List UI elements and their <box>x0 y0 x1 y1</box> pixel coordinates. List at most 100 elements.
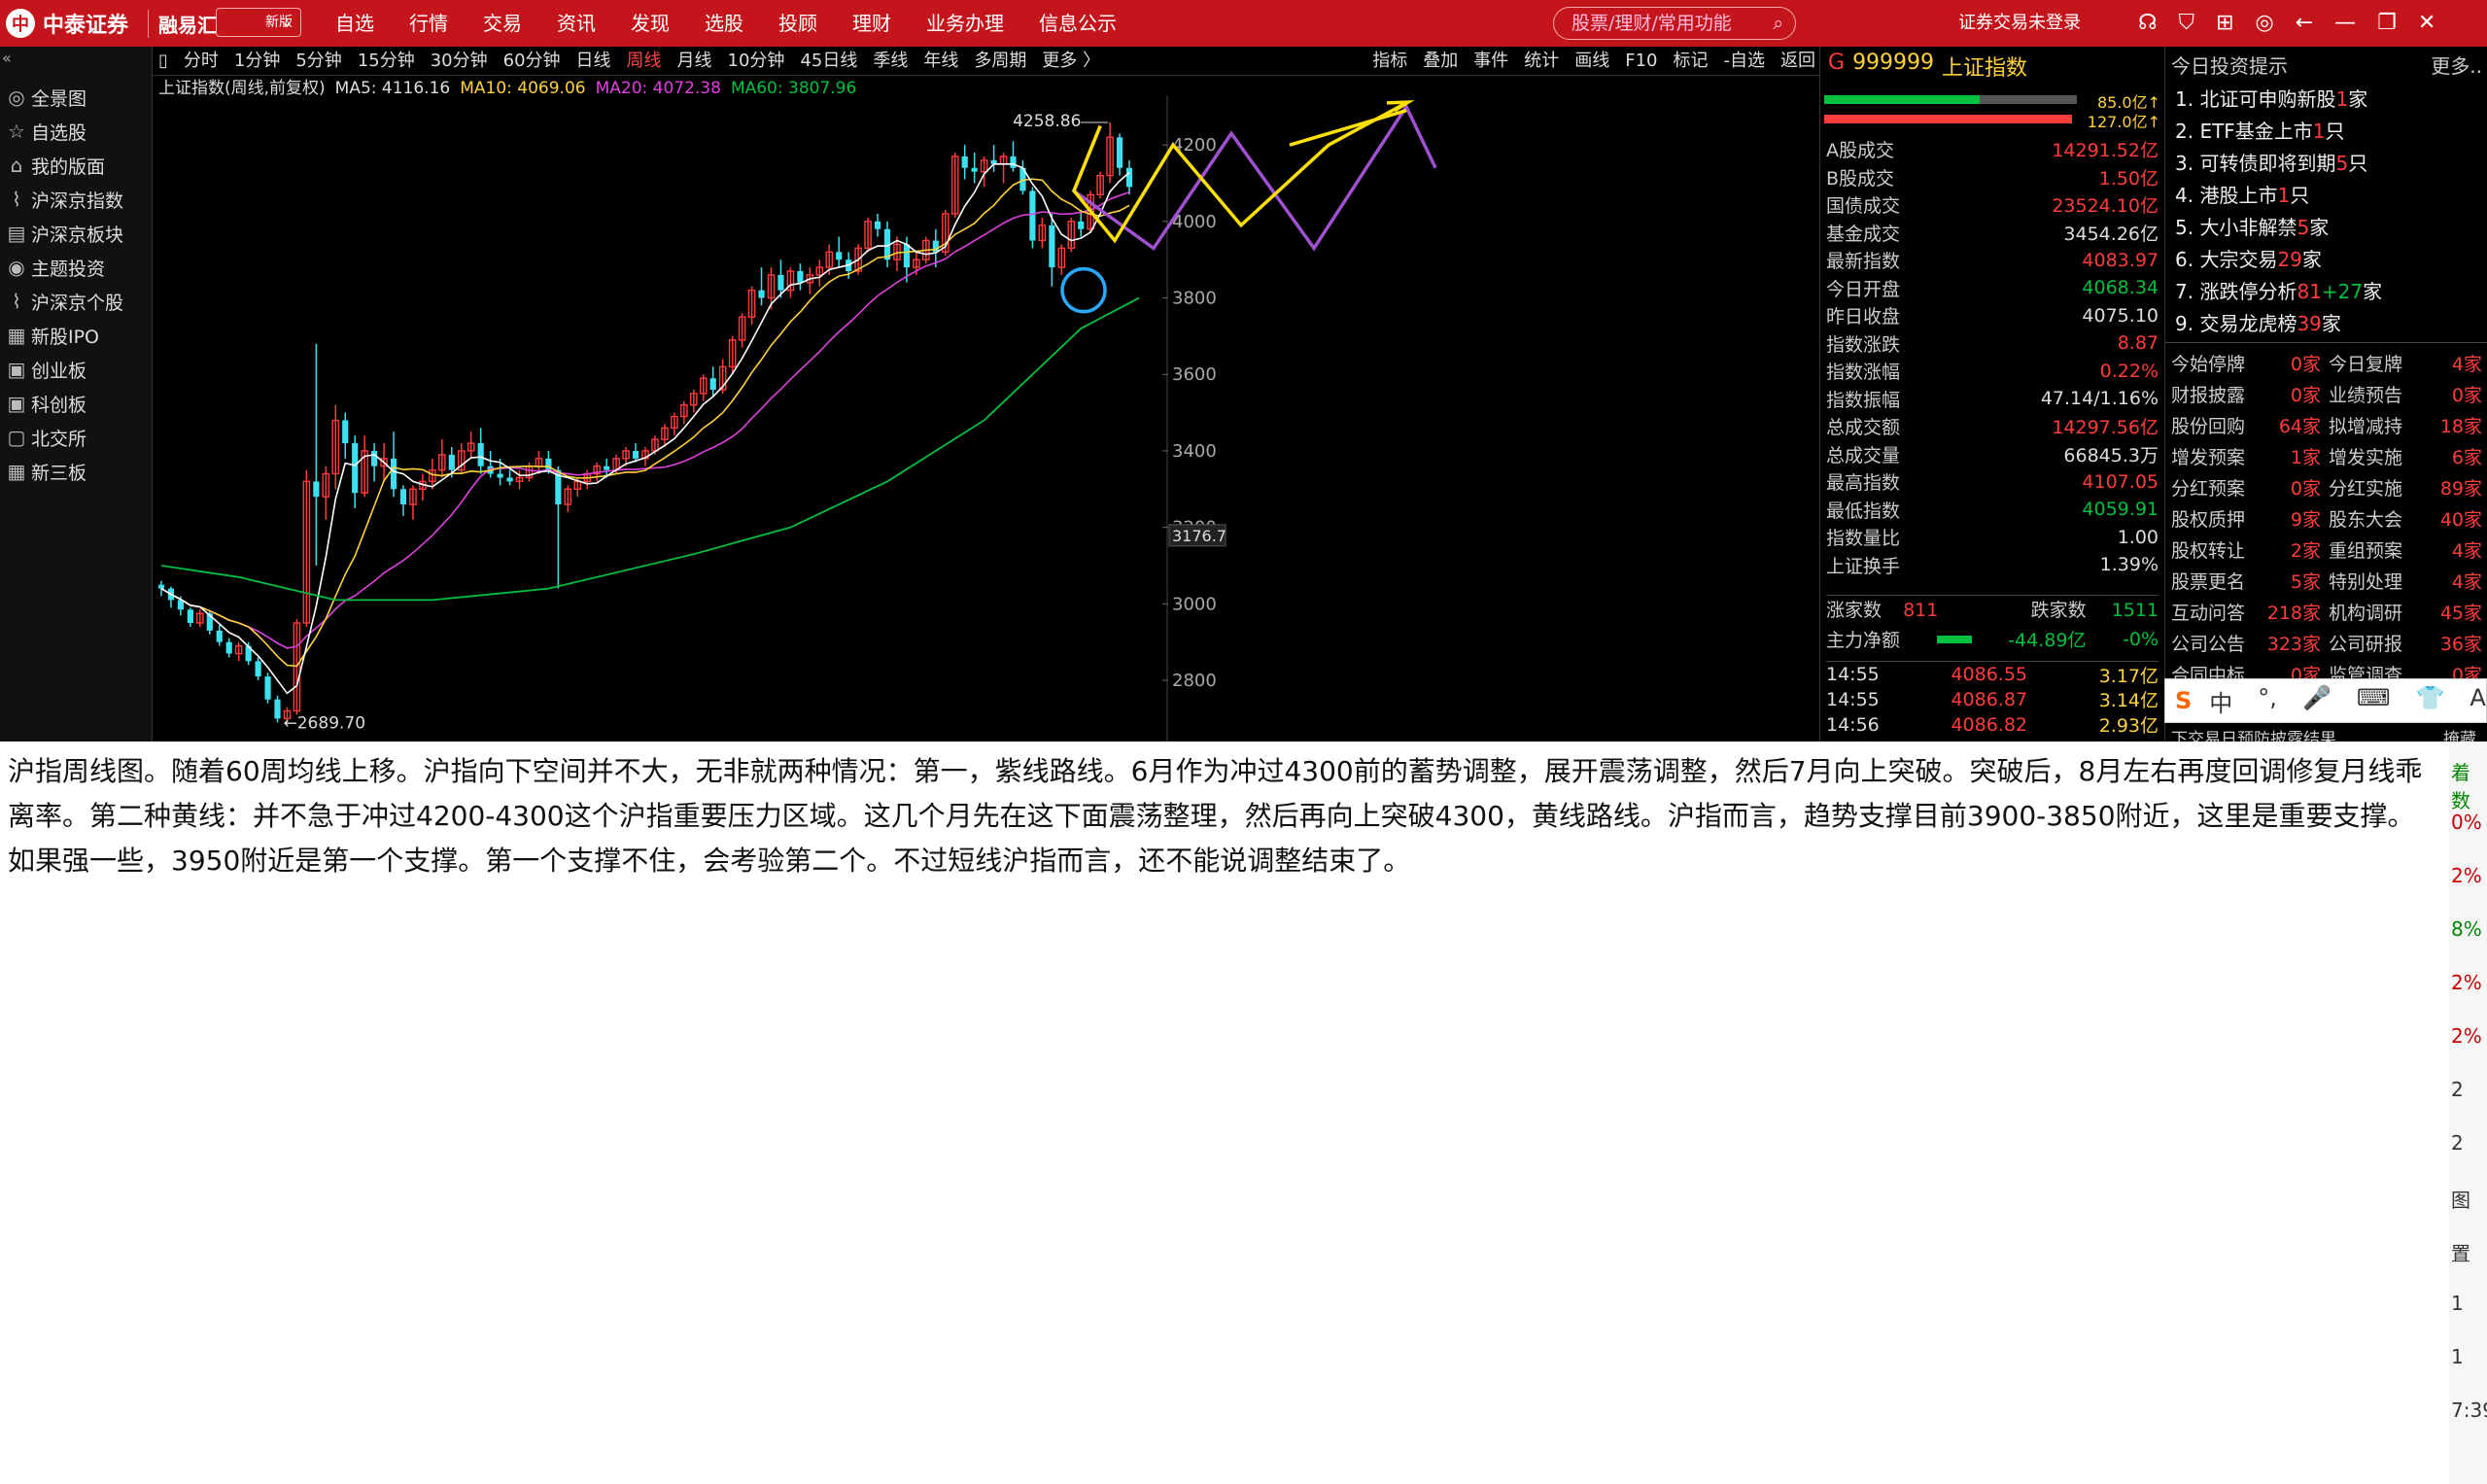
tip-item[interactable]: 9. 交易龙虎榜39家 <box>2175 308 2341 336</box>
period-tab[interactable]: 更多 〉 <box>1042 49 1100 74</box>
period-tab[interactable]: 30分钟 <box>431 49 488 74</box>
ime-item[interactable]: 🎤 <box>2302 684 2332 718</box>
down-value: 1511 <box>2111 599 2159 621</box>
period-tab[interactable]: 60分钟 <box>503 49 561 74</box>
period-tab[interactable]: 15分钟 <box>358 49 415 74</box>
stat-label[interactable]: 增发预案 <box>2171 443 2245 469</box>
chart-tool[interactable]: 事件 <box>1473 49 1508 74</box>
tip-item[interactable]: 5. 大小非解禁5家 <box>2175 212 2329 240</box>
quote-value: 14297.56亿 <box>2052 417 2159 438</box>
tip-item[interactable]: 2. ETF基金上市1只 <box>2175 116 2345 144</box>
sogou-icon[interactable]: S <box>2175 687 2192 714</box>
chart-tool[interactable]: F10 <box>1625 49 1657 74</box>
period-tab[interactable]: 月线 <box>677 49 712 74</box>
collapse-icon[interactable]: « <box>2 49 12 67</box>
ime-item[interactable]: 👕 <box>2415 684 2444 718</box>
menu-item[interactable]: 自选 <box>335 0 374 47</box>
stat-label[interactable]: 股权质押 <box>2171 505 2245 532</box>
ime-item[interactable]: ⌨ <box>2357 684 2391 718</box>
stat-label[interactable]: 业绩预告 <box>2329 381 2402 407</box>
version-select[interactable]: 新版 ⌄ <box>216 8 301 37</box>
search-icon[interactable]: ⌕ <box>1773 8 1783 39</box>
menu-item[interactable]: 理财 <box>852 0 891 47</box>
stat-label[interactable]: 分红预案 <box>2171 474 2245 500</box>
tip-item[interactable]: 6. 大宗交易29家 <box>2175 244 2322 272</box>
stat-label[interactable]: 公司公告 <box>2171 630 2245 656</box>
minimize-icon[interactable]: — <box>2334 0 2356 47</box>
stat-value: 0家 <box>2290 354 2321 375</box>
chart-tool[interactable]: 画线 <box>1574 49 1609 74</box>
quote-row: 基金成交 3454.26亿 <box>1826 220 2159 246</box>
candlestick-chart[interactable]: 420040003800360034003200300028004258.86←… <box>153 76 1819 742</box>
stat-label[interactable]: 股份回购 <box>2171 412 2245 438</box>
tips-panel: 今日投资提示 更多.. 1. 北证可申购新股1家 2. ETF基金上市1只 3. 可… <box>2164 47 2487 749</box>
sidebar-item[interactable]: ▦ 新三板 <box>0 444 153 499</box>
chart-tool[interactable]: 叠加 <box>1423 49 1458 74</box>
stat-label[interactable]: 特别处理 <box>2329 568 2402 594</box>
menu-item[interactable]: 资讯 <box>557 0 596 47</box>
stat-label[interactable]: 股权转让 <box>2171 536 2245 563</box>
tip-item[interactable]: 1. 北证可申购新股1家 <box>2175 84 2367 112</box>
ime-item[interactable]: 中 <box>2209 684 2232 718</box>
stat-label[interactable]: 财报披露 <box>2171 381 2245 407</box>
stat-label[interactable]: 机构调研 <box>2329 599 2402 625</box>
period-tab[interactable]: 日线 <box>576 49 611 74</box>
tip-item[interactable]: 3. 可转债即将到期5只 <box>2175 148 2367 176</box>
tips-more[interactable]: 更多.. <box>2431 51 2482 79</box>
candle-body-down <box>758 290 765 298</box>
chart-tool[interactable]: 统计 <box>1524 49 1559 74</box>
period-tab[interactable]: 季线 <box>873 49 908 74</box>
stat-label[interactable]: 分红实施 <box>2329 474 2402 500</box>
panel-toggle-icon[interactable]: ▯ <box>158 49 168 74</box>
stat-label[interactable]: 今始停牌 <box>2171 350 2245 376</box>
menu-item[interactable]: 发现 <box>631 0 670 47</box>
settings-icon[interactable]: ◎ <box>2256 0 2274 47</box>
shirt-icon[interactable]: ⛉ <box>2179 0 2195 47</box>
stat-value: 0家 <box>2451 385 2482 406</box>
stat-label[interactable]: 今日复牌 <box>2329 350 2402 376</box>
stat-label[interactable]: 股东大会 <box>2329 505 2402 532</box>
close-icon[interactable]: ✕ <box>2418 0 2435 47</box>
ime-item[interactable]: AI <box>2470 684 2487 718</box>
quote-label: 指数涨跌 <box>1826 333 1901 356</box>
stat-label[interactable]: 拟增减持 <box>2329 412 2402 438</box>
period-tab[interactable]: 10分钟 <box>728 49 785 74</box>
stat-label[interactable]: 公司研报 <box>2329 630 2402 656</box>
chart-tool[interactable]: 返回 <box>1780 49 1815 74</box>
search-input[interactable]: 股票/理财/常用功能 ⌕ <box>1553 7 1796 40</box>
menu-item[interactable]: 信息公示 <box>1039 0 1117 47</box>
restore-icon[interactable]: ❐ <box>2377 0 2397 47</box>
brand-logo[interactable]: 中 中泰证券 <box>6 6 128 41</box>
period-tab[interactable]: 5分钟 <box>295 49 341 74</box>
tip-item[interactable]: 7. 涨跌停分析81+27家 <box>2175 276 2382 304</box>
up-value: 811 <box>1903 599 1939 621</box>
tip-unit: 家 <box>2301 248 2322 271</box>
menu-item[interactable]: 交易 <box>483 0 522 47</box>
strip-text: 7:39 <box>2451 1398 2487 1422</box>
period-tab[interactable]: 1分钟 <box>234 49 280 74</box>
chart-tool[interactable]: 标记 <box>1674 49 1709 74</box>
headset-icon[interactable]: ☊ <box>2138 0 2158 47</box>
stat-label[interactable]: 股票更名 <box>2171 568 2245 594</box>
grid-icon[interactable]: ⊞ <box>2216 0 2233 47</box>
stat-label[interactable]: 重组预案 <box>2329 536 2402 563</box>
tip-unit: 家 <box>2363 280 2383 303</box>
stat-label[interactable]: 增发实施 <box>2329 443 2402 469</box>
period-tab[interactable]: 45日线 <box>800 49 857 74</box>
period-tab[interactable]: 分时 <box>184 49 219 74</box>
chart-tool[interactable]: -自选 <box>1724 49 1766 74</box>
back-arrow-icon[interactable]: ← <box>2296 0 2313 47</box>
period-tab[interactable]: 多周期 <box>974 49 1026 74</box>
chart-tools: 指标 叠加 事件 统计 画线 F10 标记 -自选 返回 <box>1372 49 1815 74</box>
ime-item[interactable]: °, <box>2258 684 2277 718</box>
period-tab[interactable]: 周线 <box>627 49 662 74</box>
menu-item[interactable]: 业务办理 <box>926 0 1004 47</box>
menu-item[interactable]: 投顾 <box>778 0 817 47</box>
menu-item[interactable]: 选股 <box>705 0 743 47</box>
chart-tool[interactable]: 指标 <box>1372 49 1407 74</box>
menu-item[interactable]: 行情 <box>409 0 448 47</box>
stat-label[interactable]: 互动问答 <box>2171 599 2245 625</box>
period-tab[interactable]: 年线 <box>923 49 958 74</box>
tip-item[interactable]: 4. 港股上市1只 <box>2175 180 2309 208</box>
login-status[interactable]: 证券交易未登录 <box>1958 0 2081 47</box>
